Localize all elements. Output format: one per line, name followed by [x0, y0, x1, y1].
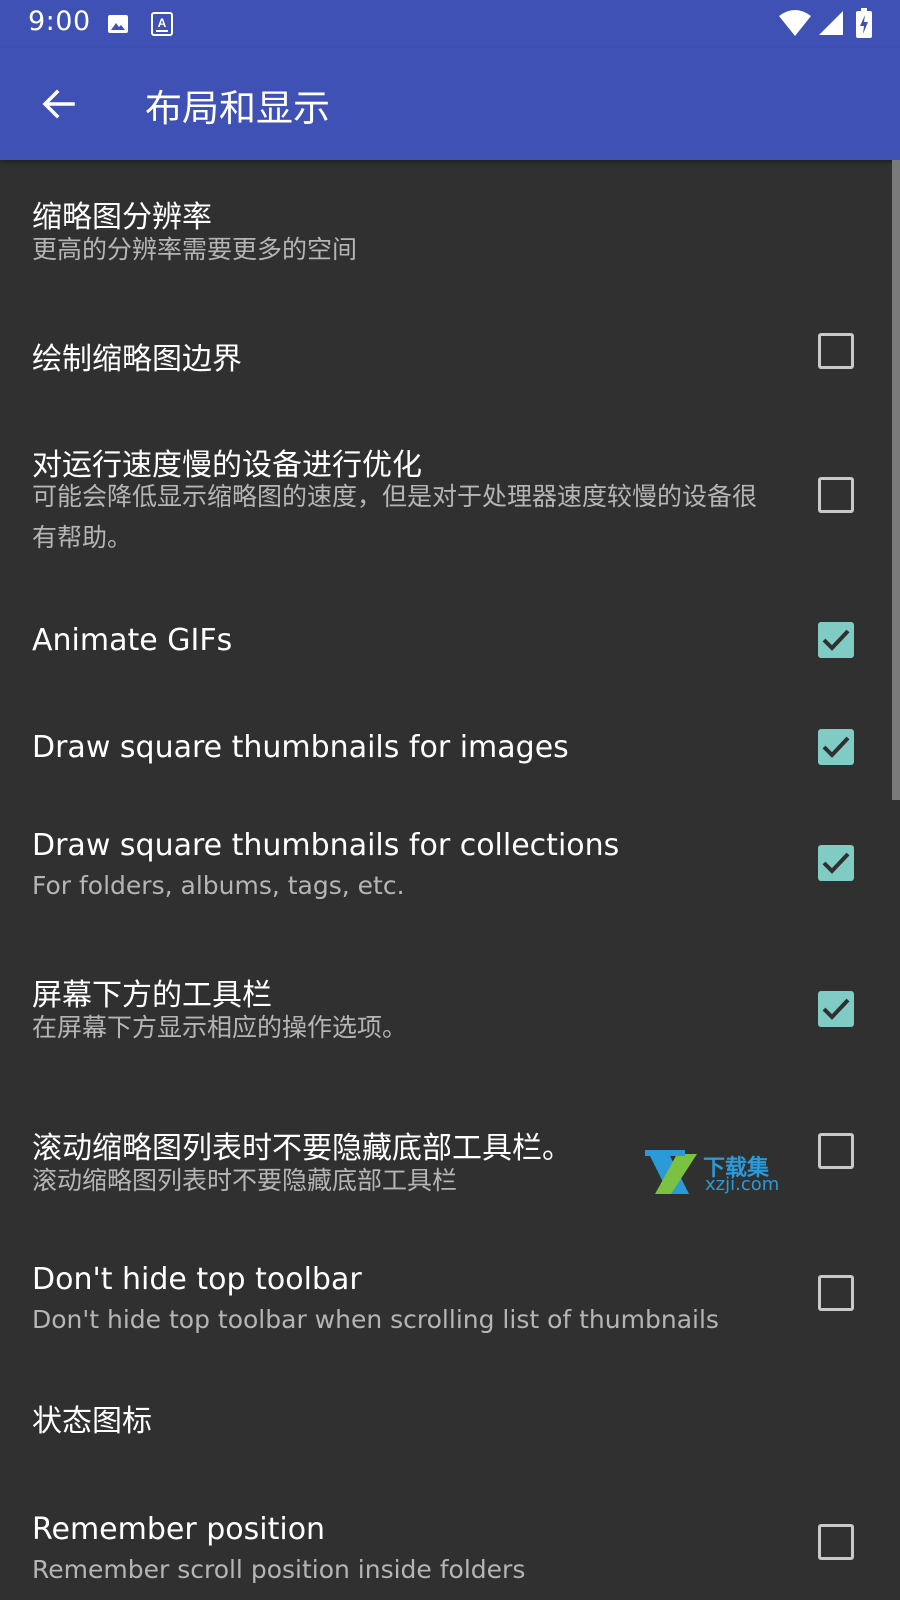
- page-title: 布局和显示: [145, 87, 330, 130]
- pref-title: Draw square thumbnails for collections: [32, 828, 620, 863]
- text-icon: A: [151, 12, 173, 36]
- arrow-left-icon: [42, 89, 75, 119]
- scrollbar[interactable]: [892, 160, 900, 800]
- pref-title: Don't hide top toolbar: [32, 1262, 362, 1297]
- pref-summary: 可能会降低显示缩略图的速度，但是对于处理器速度较慢的设备很有帮助。: [32, 482, 758, 552]
- pref-title: Animate GIFs: [32, 623, 233, 658]
- pref-summary: For folders, albums, tags, etc.: [32, 871, 405, 900]
- pref-animate-gifs[interactable]: Animate GIFs: [0, 580, 890, 690]
- status-bar: 9:00 A: [0, 0, 900, 48]
- checkbox[interactable]: [818, 1275, 854, 1311]
- checkbox[interactable]: [818, 991, 854, 1027]
- pref-thumbnail-resolution[interactable]: 缩略图分辨率 更高的分辨率需要更多的空间: [0, 160, 890, 280]
- svg-text:A: A: [158, 16, 167, 30]
- pref-summary: 在屏幕下方显示相应的操作选项。: [32, 1013, 408, 1042]
- pref-title: 绘制缩略图边界: [32, 342, 242, 377]
- checkmark-icon: [822, 998, 850, 1020]
- checkbox[interactable]: [818, 729, 854, 765]
- checkbox[interactable]: [818, 845, 854, 881]
- section-status-icons: 状态图标: [0, 1360, 890, 1480]
- checkmark-icon: [822, 629, 850, 651]
- watermark-url: xzji.com: [705, 1174, 780, 1195]
- checkbox[interactable]: [818, 622, 854, 658]
- checkbox[interactable]: [818, 1524, 854, 1560]
- pref-remember-position[interactable]: Remember position Remember scroll positi…: [0, 1480, 890, 1600]
- pref-title: Draw square thumbnails for images: [32, 730, 569, 765]
- section-title: 状态图标: [32, 1404, 152, 1439]
- pref-square-thumbnails-images[interactable]: Draw square thumbnails for images: [0, 690, 890, 795]
- status-time: 9:00: [28, 6, 91, 37]
- checkbox[interactable]: [818, 1133, 854, 1169]
- pref-dont-hide-top-toolbar[interactable]: Don't hide top toolbar Don't hide top to…: [0, 1220, 890, 1360]
- app-bar: 布局和显示: [0, 48, 900, 160]
- wifi-icon: [779, 10, 811, 36]
- pref-square-thumbnails-collections[interactable]: Draw square thumbnails for collections F…: [0, 795, 890, 930]
- battery-charging-icon: [856, 8, 872, 38]
- pref-bottom-toolbar[interactable]: 屏幕下方的工具栏 在屏幕下方显示相应的操作选项。: [0, 930, 890, 1080]
- pref-title: Remember position: [32, 1512, 326, 1547]
- pref-summary: 更高的分辨率需要更多的空间: [32, 235, 358, 264]
- checkmark-icon: [822, 852, 850, 874]
- pref-summary: Don't hide top toolbar when scrolling li…: [32, 1305, 719, 1334]
- pref-draw-thumbnail-borders[interactable]: 绘制缩略图边界: [0, 280, 890, 420]
- checkbox[interactable]: [818, 477, 854, 513]
- back-button[interactable]: [18, 64, 98, 144]
- signal-icon: [819, 11, 843, 35]
- image-icon: [108, 15, 128, 33]
- watermark: 下载集 xzji.com: [645, 1150, 785, 1198]
- pref-optimize-slow-devices[interactable]: 对运行速度慢的设备进行优化 可能会降低显示缩略图的速度，但是对于处理器速度较慢的…: [0, 420, 890, 580]
- pref-summary: Remember scroll position inside folders: [32, 1555, 526, 1584]
- checkbox[interactable]: [818, 333, 854, 369]
- pref-summary: 滚动缩略图列表时不要隐藏底部工具栏: [32, 1166, 458, 1195]
- preference-list[interactable]: 缩略图分辨率 更高的分辨率需要更多的空间 绘制缩略图边界 对运行速度慢的设备进行…: [0, 160, 900, 1600]
- watermark-logo-icon: [645, 1150, 697, 1194]
- checkmark-icon: [822, 736, 850, 758]
